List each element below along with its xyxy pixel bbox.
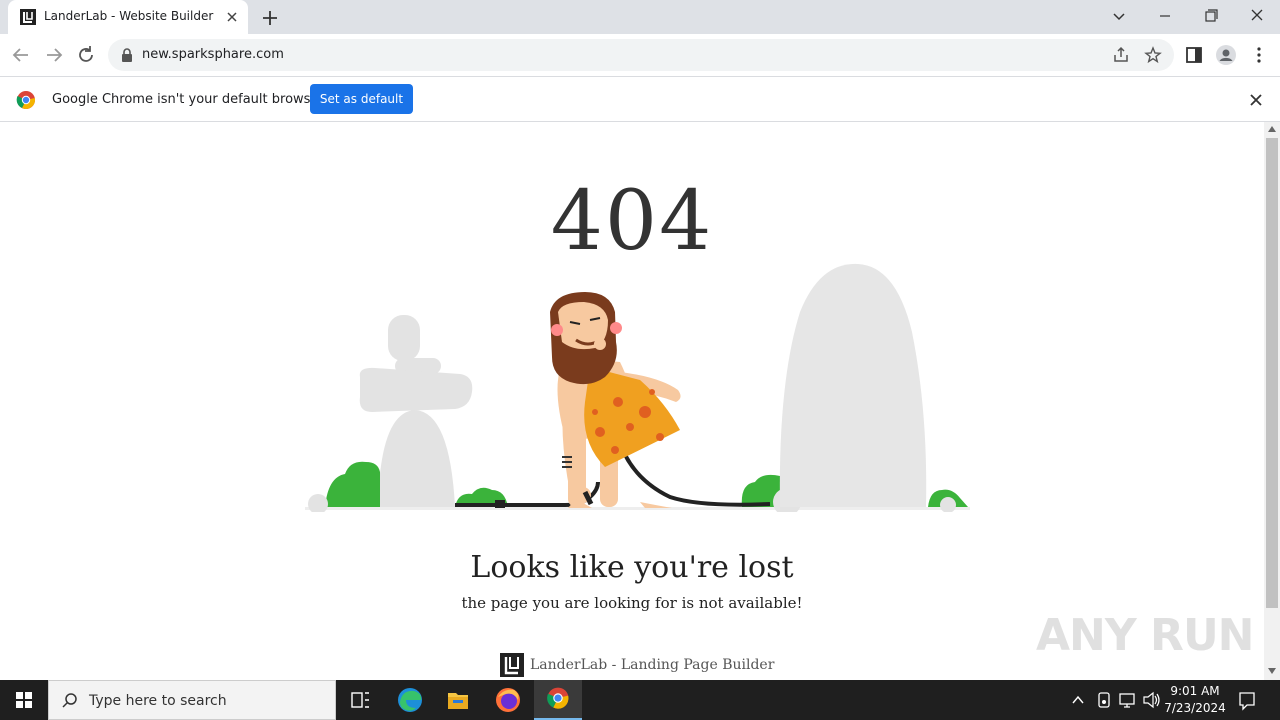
task-view-icon[interactable] (336, 680, 384, 720)
tab-close-icon[interactable] (224, 9, 240, 25)
tab-strip: LanderLab - Website Builder (0, 0, 1280, 34)
clock-time: 9:01 AM (1170, 684, 1220, 698)
url-text[interactable]: new.sparksphare.com (142, 47, 284, 62)
browser-toolbar: new.sparksphare.com (0, 34, 1280, 76)
new-tab-icon[interactable] (260, 8, 280, 28)
caveman-illustration (305, 263, 970, 512)
restore-icon[interactable] (1200, 6, 1222, 26)
landerlab-logo-icon (20, 9, 36, 25)
taskbar-search-box[interactable]: Type here to search (48, 680, 336, 720)
set-as-default-button[interactable]: Set as default (310, 84, 413, 114)
share-icon[interactable] (1112, 46, 1130, 64)
tab-search-chevron-icon[interactable] (1108, 6, 1130, 26)
forward-arrow-icon[interactable] (43, 44, 65, 66)
minimize-icon[interactable] (1154, 6, 1176, 26)
edge-browser-icon[interactable] (386, 680, 434, 720)
clock-date: 7/23/2024 (1164, 701, 1226, 715)
tab-title: LanderLab - Website Builder (44, 9, 214, 23)
scroll-down-arrow-icon[interactable] (1268, 668, 1276, 674)
scrollbar-thumb[interactable] (1266, 138, 1278, 608)
page-content: 404 Looks like you're lost the page you … (0, 122, 1264, 680)
device-tray-icon[interactable] (1094, 680, 1114, 720)
notification-icon[interactable] (1236, 680, 1258, 720)
footer-text[interactable]: LanderLab - Landing Page Builder (530, 657, 774, 673)
headline: Looks like you're lost (470, 550, 794, 585)
side-panel-icon[interactable] (1183, 44, 1205, 66)
lock-icon[interactable] (120, 47, 134, 63)
vertical-scrollbar[interactable] (1264, 122, 1280, 680)
chrome-taskbar-icon[interactable] (534, 680, 582, 720)
profile-avatar-icon[interactable] (1215, 44, 1237, 66)
infobar-message: Google Chrome isn't your default browser (52, 92, 324, 107)
address-bar[interactable]: new.sparksphare.com (108, 39, 1174, 71)
close-window-icon[interactable] (1246, 6, 1268, 26)
file-explorer-icon[interactable] (434, 680, 482, 720)
firefox-icon[interactable] (484, 680, 532, 720)
back-arrow-icon[interactable] (10, 44, 32, 66)
search-icon (62, 693, 77, 708)
anyrun-watermark: ANY RUN (1036, 610, 1254, 661)
scroll-up-arrow-icon[interactable] (1268, 126, 1276, 132)
windows-start-icon[interactable] (0, 680, 48, 720)
infobar-close-icon[interactable] (1247, 91, 1265, 109)
landerlab-logo-icon (500, 653, 524, 677)
search-placeholder: Type here to search (89, 693, 227, 709)
network-icon[interactable] (1116, 680, 1138, 720)
system-clock[interactable]: 9:01 AM 7/23/2024 (1160, 683, 1230, 717)
bookmark-star-icon[interactable] (1144, 46, 1162, 64)
windows-taskbar: Type here to search 9:01 AM 7/23/2024 (0, 680, 1280, 720)
default-browser-infobar: Google Chrome isn't your default browser… (0, 76, 1280, 122)
volume-icon[interactable] (1140, 680, 1162, 720)
show-hidden-icons-chevron-icon[interactable] (1068, 680, 1088, 720)
reload-icon[interactable] (75, 44, 97, 66)
browser-tab[interactable]: LanderLab - Website Builder (8, 0, 248, 34)
chrome-logo-icon (16, 91, 36, 109)
menu-kebab-icon[interactable] (1248, 44, 1270, 66)
